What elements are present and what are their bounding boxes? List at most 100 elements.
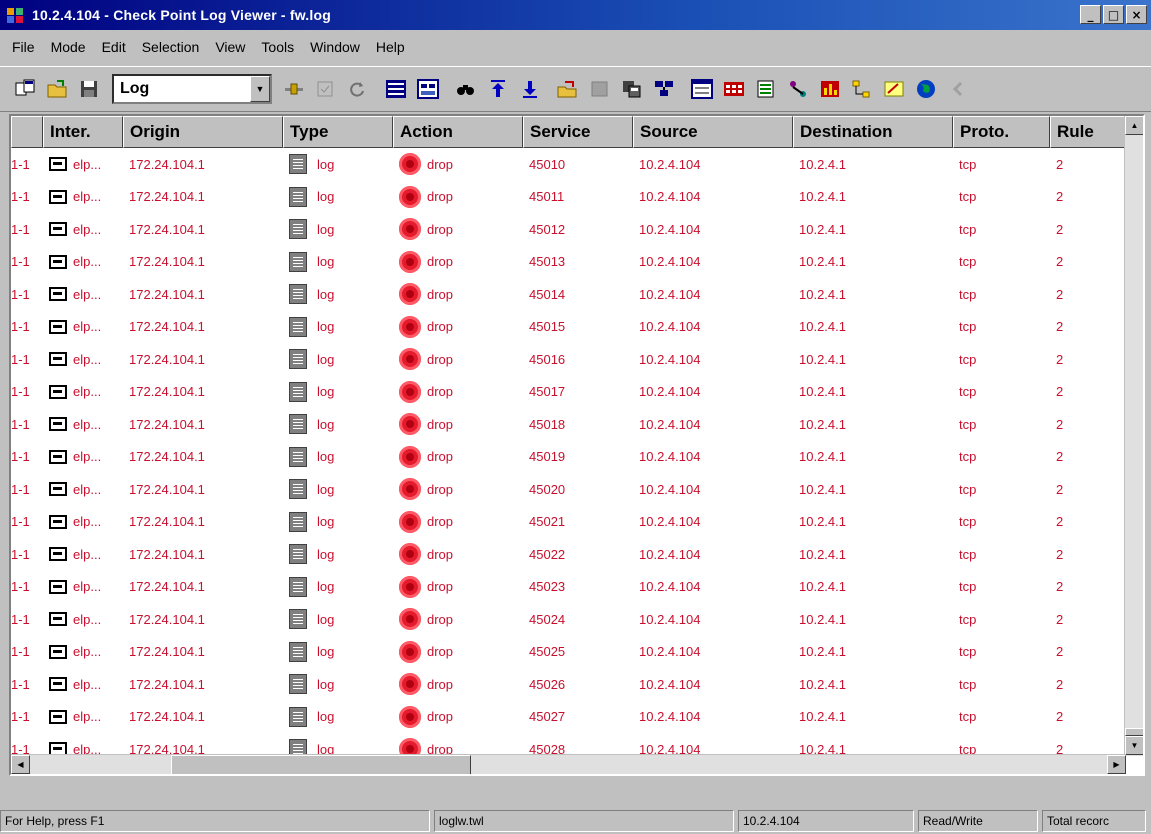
menu-window[interactable]: Window <box>302 39 368 55</box>
minimize-button[interactable]: _ <box>1080 5 1101 24</box>
table-row[interactable]: 1-1 elp... 172.24.104.1 log drop 45025 10.2.4.… <box>11 636 1126 669</box>
interface-icon <box>49 677 67 692</box>
table-row[interactable]: 1-1 elp... 172.24.104.1 log drop 45018 10.2.4.… <box>11 408 1126 441</box>
table-row[interactable]: 1-1 elp... 172.24.104.1 log drop 45016 10.2.4.… <box>11 343 1126 376</box>
new-window-icon[interactable] <box>13 76 39 102</box>
table-row[interactable]: 1-1 elp... 172.24.104.1 log drop 45022 10.2.4.… <box>11 538 1126 571</box>
scroll-right-arrow-icon[interactable]: ▶ <box>1107 755 1126 774</box>
scroll-left-arrow-icon[interactable]: ◀ <box>11 755 30 774</box>
horizontal-scroll-thumb[interactable] <box>171 755 471 774</box>
hierarchy-icon[interactable] <box>849 76 875 102</box>
copy-icon[interactable] <box>619 76 645 102</box>
chart-icon[interactable] <box>817 76 843 102</box>
rule-cell: 2 <box>1056 384 1064 400</box>
column-header-inter[interactable]: Inter. <box>43 116 123 148</box>
globe-icon[interactable] <box>913 76 939 102</box>
drop-action-icon <box>399 250 421 273</box>
column-header-origin[interactable]: Origin <box>123 116 283 148</box>
drop-action-icon <box>399 445 421 468</box>
action-cell: drop <box>393 445 523 468</box>
table-row[interactable]: 1-1 elp... 172.24.104.1 log drop 45014 10.2.4.… <box>11 278 1126 311</box>
open-folder-icon[interactable] <box>45 76 71 102</box>
find-icon[interactable] <box>453 76 479 102</box>
destination-cell: 10.2.4.1 <box>799 644 846 660</box>
menu-mode[interactable]: Mode <box>43 39 94 55</box>
origin-cell: 172.24.104.1 <box>129 254 205 270</box>
action-value: drop <box>427 351 454 367</box>
proto-cell: tcp <box>959 319 977 335</box>
scroll-down-arrow-icon[interactable]: ▼ <box>1125 736 1143 755</box>
scroll-up-arrow-icon[interactable]: ▲ <box>1125 116 1143 135</box>
toolbar: Log ▼ <box>0 66 1151 112</box>
column-header-proto[interactable]: Proto. <box>953 116 1050 148</box>
table-row[interactable]: 1-1 elp... 172.24.104.1 log drop 45026 10.2.4.… <box>11 668 1126 701</box>
destination-cell: 10.2.4.1 <box>799 286 846 302</box>
chevron-down-icon[interactable]: ▼ <box>250 76 270 102</box>
action-value: drop <box>427 514 454 530</box>
back-icon[interactable] <box>945 76 971 102</box>
column-header-type[interactable]: Type <box>283 116 393 148</box>
table-row[interactable]: 1-1 elp... 172.24.104.1 log drop 45015 10.2.4.… <box>11 311 1126 344</box>
vertical-scroll-thumb[interactable] <box>1125 728 1143 736</box>
resolve-icon[interactable] <box>785 76 811 102</box>
stop-icon[interactable] <box>587 76 613 102</box>
table-row[interactable]: 1-1 elp... 172.24.104.1 log drop 45021 10.2.4.… <box>11 506 1126 539</box>
title-bar[interactable]: 10.2.4.104 - Check Point Log Viewer - fw… <box>0 0 1151 30</box>
table-row[interactable]: 1-1 elp... 172.24.104.1 log drop 45023 10.2.4.… <box>11 571 1126 604</box>
origin-cell: 172.24.104.1 <box>129 546 205 562</box>
menu-tools[interactable]: Tools <box>253 39 302 55</box>
export-icon[interactable] <box>555 76 581 102</box>
column-header-service[interactable]: Service <box>523 116 633 148</box>
inter-value: elp... <box>73 611 102 627</box>
menu-file[interactable]: File <box>4 39 43 55</box>
column-header-destination[interactable]: Destination <box>793 116 953 148</box>
table-row[interactable]: 1-1 elp... 172.24.104.1 log drop 45010 10.2.4.… <box>11 148 1126 181</box>
table-row[interactable]: 1-1 elp... 172.24.104.1 log drop 45017 10.2.4.… <box>11 376 1126 409</box>
menu-selection[interactable]: Selection <box>134 39 208 55</box>
mode-select-value: Log <box>120 80 150 97</box>
table-row[interactable]: 1-1 elp... 172.24.104.1 log drop 45027 10.2.4.… <box>11 701 1126 734</box>
mode-select[interactable]: Log ▼ <box>112 74 272 104</box>
column-header-source[interactable]: Source <box>633 116 793 148</box>
first-record-icon[interactable] <box>485 76 511 102</box>
log-grid[interactable]: Inter. Origin Type Action Service Source… <box>9 114 1145 776</box>
account-view-icon[interactable] <box>415 76 441 102</box>
columns-icon[interactable] <box>689 76 715 102</box>
list-view-icon[interactable] <box>383 76 409 102</box>
column-header-num[interactable] <box>11 116 43 148</box>
save-icon[interactable] <box>77 76 103 102</box>
menu-view[interactable]: View <box>207 39 253 55</box>
filter-icon[interactable] <box>281 76 307 102</box>
last-record-icon[interactable] <box>517 76 543 102</box>
table-row[interactable]: 1-1 elp... 172.24.104.1 log drop 45013 10.2.4.… <box>11 246 1126 279</box>
table-row[interactable]: 1-1 elp... 172.24.104.1 log drop 45012 10.2.4.… <box>11 213 1126 246</box>
menu-help[interactable]: Help <box>368 39 413 55</box>
service-cell: 45024 <box>529 611 566 627</box>
type-cell: log <box>283 349 393 370</box>
table-row[interactable]: 1-1 elp... 172.24.104.1 log drop 45020 10.2.4.… <box>11 473 1126 506</box>
close-button[interactable]: × <box>1126 5 1147 24</box>
service-cell: 45022 <box>529 546 566 562</box>
type-value: log <box>317 351 335 367</box>
type-value: log <box>317 384 335 400</box>
vertical-scrollbar[interactable]: ▲ ▼ <box>1124 116 1143 756</box>
rule-cell: 2 <box>1056 189 1064 205</box>
refresh-icon[interactable] <box>345 76 371 102</box>
tree-icon[interactable] <box>651 76 677 102</box>
maximize-button[interactable]: □ <box>1103 5 1124 24</box>
column-header-rule[interactable]: Rule <box>1050 116 1126 148</box>
options-icon[interactable] <box>753 76 779 102</box>
table-row[interactable]: 1-1 elp... 172.24.104.1 log drop 45019 10.2.4.… <box>11 441 1126 474</box>
menu-edit[interactable]: Edit <box>94 39 134 55</box>
source-cell: 10.2.4.104 <box>639 644 701 660</box>
inter-cell: elp... <box>43 287 123 302</box>
table-row[interactable]: 1-1 elp... 172.24.104.1 log drop 45011 10.2.4.… <box>11 181 1126 214</box>
drop-action-icon <box>399 153 421 176</box>
column-header-action[interactable]: Action <box>393 116 523 148</box>
origin-cell: 172.24.104.1 <box>129 221 205 237</box>
select-all-icon[interactable] <box>313 76 339 102</box>
block-icon[interactable] <box>721 76 747 102</box>
horizontal-scrollbar[interactable]: ◀ ▶ <box>11 754 1126 774</box>
table-row[interactable]: 1-1 elp... 172.24.104.1 log drop 45024 10.2.4.… <box>11 603 1126 636</box>
notes-icon[interactable] <box>881 76 907 102</box>
